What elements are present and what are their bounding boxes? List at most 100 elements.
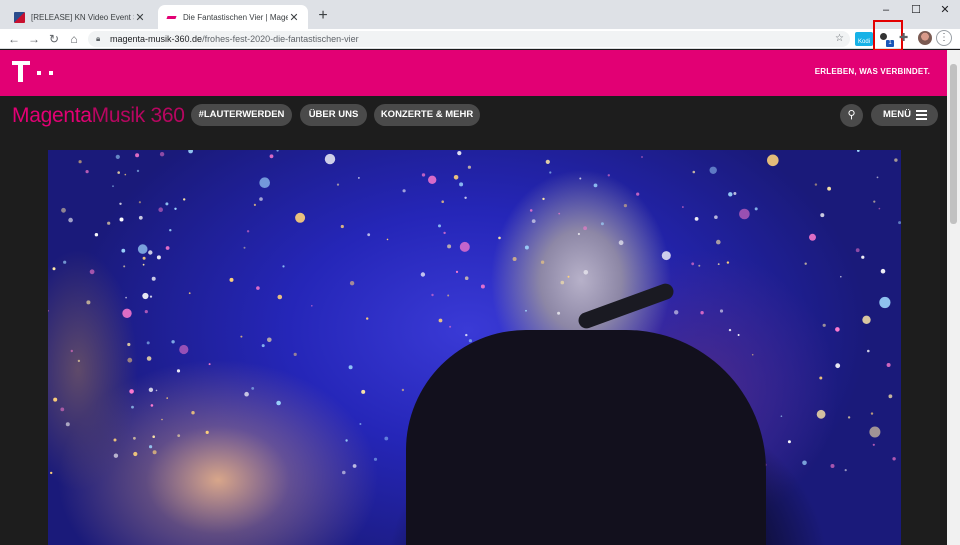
magenta-musik-logo[interactable]: MagentaMusik 360 xyxy=(12,104,185,128)
home-button[interactable]: ⌂ xyxy=(66,31,82,47)
stage-light-dot xyxy=(819,376,823,380)
extensions-puzzle-icon[interactable]: ✚ xyxy=(899,31,908,44)
stage-light-dot xyxy=(112,185,114,188)
telekom-t-logo[interactable] xyxy=(12,61,60,85)
stage-light-dot xyxy=(531,219,536,223)
stage-light-dot xyxy=(269,154,274,159)
stage-light-dot xyxy=(428,175,437,184)
minimize-button[interactable]: – xyxy=(871,2,901,18)
menu-button[interactable]: MENÜ xyxy=(871,104,938,126)
stage-light-dot xyxy=(443,231,446,235)
page-scrollbar[interactable] xyxy=(947,50,960,545)
stage-light-dot xyxy=(879,296,891,309)
lock-icon[interactable]: 🔒︎ xyxy=(96,31,100,47)
stage-light-dot xyxy=(579,177,582,180)
close-icon[interactable]: ✕ xyxy=(134,11,146,24)
stage-light-dot xyxy=(709,166,717,174)
back-button[interactable]: ← xyxy=(6,31,22,47)
stage-light-dot xyxy=(142,256,146,260)
stage-light-dot xyxy=(438,318,443,323)
stage-light-dot xyxy=(251,387,255,390)
stage-light-dot xyxy=(68,217,73,223)
maximize-button[interactable]: ☐ xyxy=(901,2,931,18)
stage-light-dot xyxy=(78,160,82,164)
stage-light-dot xyxy=(121,248,126,253)
video-player[interactable] xyxy=(48,150,901,545)
close-window-button[interactable]: ✕ xyxy=(930,2,960,18)
stage-light-dot xyxy=(336,183,340,186)
stage-light-dot xyxy=(459,182,464,187)
stage-light-dot xyxy=(166,397,168,399)
stage-light-dot xyxy=(276,150,279,152)
browser-tab[interactable]: [RELEASE] KN Video Event Servic ✕ xyxy=(6,5,154,29)
stage-light-dot xyxy=(623,204,628,208)
stage-light-dot xyxy=(880,268,886,274)
stage-light-dot xyxy=(455,270,459,273)
stage-light-dot xyxy=(467,165,471,169)
stage-light-dot xyxy=(804,262,807,265)
nav-pill-lauterwerden[interactable]: #LAUTERWERDEN xyxy=(191,104,292,126)
stage-light-dot xyxy=(85,170,89,174)
stage-light-dot xyxy=(840,275,842,278)
stage-light-dot xyxy=(835,363,841,369)
close-icon[interactable]: ✕ xyxy=(288,11,300,24)
stage-light-dot xyxy=(844,469,847,472)
stage-light-dot xyxy=(767,154,779,167)
stage-light-dot xyxy=(119,202,122,205)
stage-light-dot xyxy=(70,349,73,353)
main-navigation: MagentaMusik 360 #LAUTERWERDEN ÜBER UNS … xyxy=(0,96,947,136)
stage-light-dot xyxy=(857,150,860,152)
browser-tab-active[interactable]: Die Fantastischen Vier | Magenta ✕ xyxy=(158,5,308,29)
nav-pill-konzerte[interactable]: KONZERTE & MEHR xyxy=(374,104,480,126)
stage-light-dot xyxy=(146,356,152,361)
browser-menu-kebab-icon[interactable]: ⋮ xyxy=(936,30,952,46)
address-bar[interactable]: 🔒︎ magenta-musik-360.de/frohes-fest-2020… xyxy=(88,31,850,47)
browser-toolbar: ← → ↻ ⌂ 🔒︎ magenta-musik-360.de/frohes-f… xyxy=(0,29,960,49)
profile-avatar[interactable] xyxy=(918,31,932,45)
stage-light-dot xyxy=(421,173,426,177)
stage-light-dot xyxy=(152,450,157,455)
stage-light-dot xyxy=(682,206,684,208)
stage-light-dot xyxy=(122,308,132,318)
stage-light-dot xyxy=(127,357,133,363)
stage-light-dot xyxy=(60,407,65,412)
stage-light-dot xyxy=(641,156,643,158)
stage-light-dot xyxy=(177,434,181,437)
stage-light-dot xyxy=(188,292,191,295)
stage-light-dot xyxy=(282,265,285,268)
stage-light-dot xyxy=(464,196,467,199)
stage-light-dot xyxy=(431,293,434,297)
kodi-label: Kodi xyxy=(857,39,870,45)
stage-light-dot xyxy=(277,294,283,300)
stage-light-dot xyxy=(661,251,671,261)
stage-light-dot xyxy=(115,154,120,159)
stage-light-dot xyxy=(583,226,587,231)
stage-light-dot xyxy=(276,400,281,406)
stage-light-dot xyxy=(809,233,816,241)
stage-light-dot xyxy=(165,202,169,206)
new-tab-button[interactable]: + xyxy=(314,7,332,25)
forward-button[interactable]: → xyxy=(26,31,42,47)
stage-light-dot xyxy=(259,197,263,201)
scrollbar-thumb[interactable] xyxy=(950,64,957,224)
stage-light-dot xyxy=(876,176,879,179)
kodi-extension-icon[interactable]: Kodi xyxy=(855,32,873,46)
stage-light-dot xyxy=(862,315,871,324)
bookmark-star-icon[interactable]: ☆ xyxy=(835,31,844,47)
stage-light-dot xyxy=(480,284,485,289)
stage-light-dot xyxy=(150,404,154,407)
reload-button[interactable]: ↻ xyxy=(46,31,62,47)
stage-light-dot xyxy=(243,246,246,249)
magenta-favicon-icon xyxy=(166,12,177,23)
stage-light-dot xyxy=(607,174,610,177)
stage-light-dot xyxy=(191,411,195,415)
stage-light-dot xyxy=(159,152,165,157)
stage-light-dot xyxy=(726,261,730,264)
stage-light-dot xyxy=(156,255,161,260)
stage-light-dot xyxy=(345,439,348,442)
stage-light-dot xyxy=(386,238,389,241)
stage-light-dot xyxy=(600,222,604,226)
nav-pill-ueber-uns[interactable]: ÜBER UNS xyxy=(300,104,367,126)
search-button[interactable]: ⚲ xyxy=(840,104,863,127)
browser-tab-bar: [RELEASE] KN Video Event Servic ✕ Die Fa… xyxy=(0,0,960,29)
